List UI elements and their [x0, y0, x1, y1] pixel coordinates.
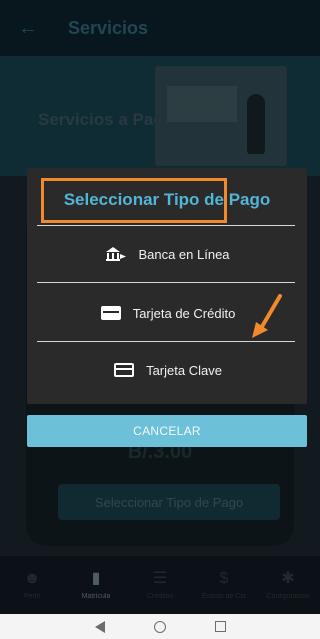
divider: [37, 225, 295, 226]
divider: [37, 282, 295, 283]
system-back-icon[interactable]: [88, 620, 112, 634]
option-label: Banca en Línea: [138, 246, 230, 262]
credit-card-icon: [99, 305, 123, 321]
system-recents-icon[interactable]: [208, 620, 232, 634]
option-label: Tarjeta de Crédito: [132, 305, 236, 321]
cancel-button[interactable]: CANCELAR: [27, 415, 307, 447]
credit-card-outline-icon: [112, 362, 136, 378]
annotation-arrow-icon: [252, 294, 282, 338]
divider: [37, 341, 295, 342]
option-tarjeta-clave[interactable]: Tarjeta Clave: [27, 359, 307, 381]
system-home-icon[interactable]: [148, 620, 172, 634]
option-banca-en-linea[interactable]: Banca en Línea: [27, 243, 307, 265]
highlight-box: [41, 178, 227, 223]
option-label: Tarjeta Clave: [146, 362, 222, 378]
system-navigation-bar: [0, 614, 320, 639]
bank-icon: [104, 246, 128, 262]
